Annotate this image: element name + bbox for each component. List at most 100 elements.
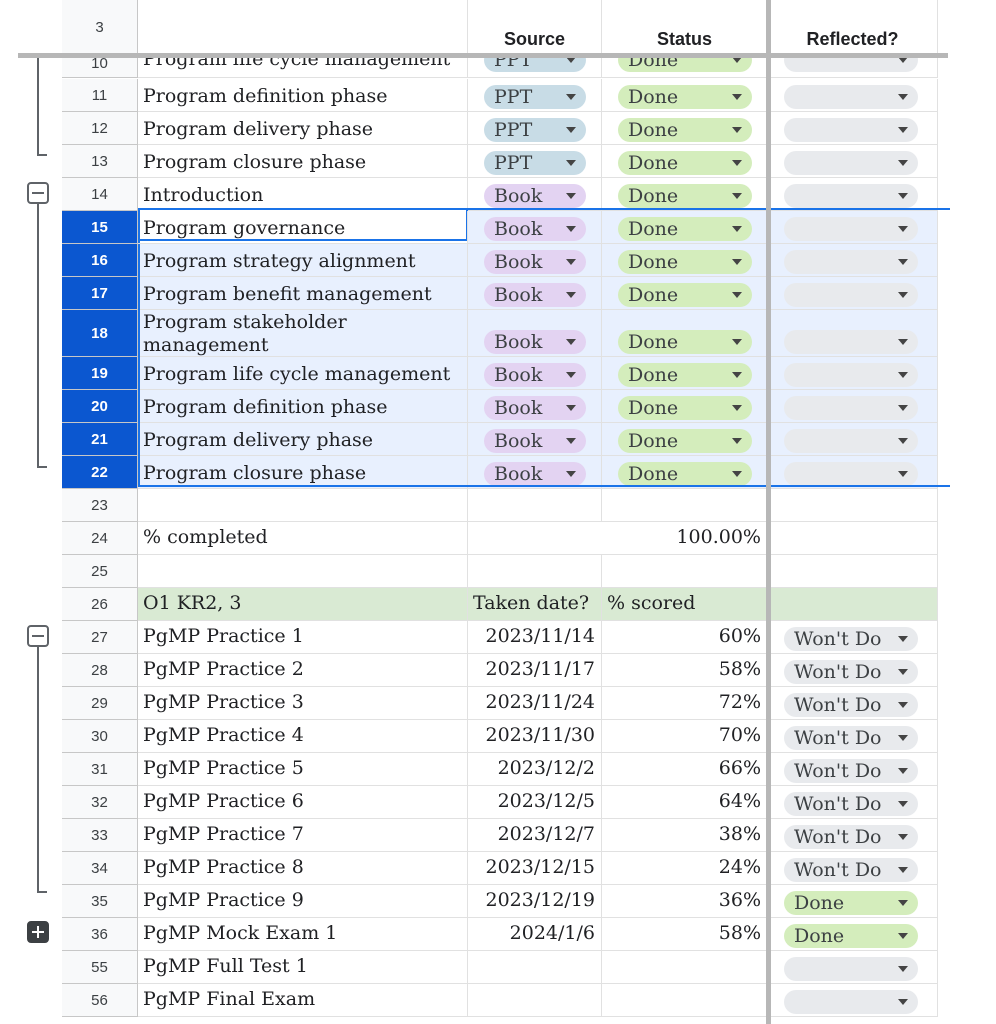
header-cell-source[interactable]: Source <box>468 0 602 55</box>
status-cell[interactable]: Done <box>602 211 768 244</box>
reflected-cell[interactable] <box>768 79 938 112</box>
status-cell[interactable]: Done <box>602 145 768 178</box>
title-cell[interactable]: PgMP Final Exam <box>138 984 468 1017</box>
title-cell[interactable]: PgMP Practice 6 <box>138 786 468 819</box>
reflected-cell[interactable] <box>768 112 938 145</box>
taken-date-header-cell[interactable]: Taken date? <box>468 588 602 621</box>
status-cell[interactable]: Done <box>602 178 768 211</box>
row-number[interactable]: 33 <box>62 819 138 852</box>
score-cell[interactable]: 38% <box>602 819 768 852</box>
row-number[interactable]: 20 <box>62 390 138 423</box>
status-dropdown[interactable]: Done <box>618 330 752 354</box>
title-cell[interactable]: PgMP Practice 7 <box>138 819 468 852</box>
row-number[interactable]: 27 <box>62 621 138 654</box>
score-cell[interactable] <box>602 984 768 1017</box>
source-cell[interactable]: Book <box>468 178 602 211</box>
source-dropdown[interactable]: Book <box>484 363 586 387</box>
reflected-dropdown[interactable]: Won't Do <box>784 693 918 717</box>
source-dropdown[interactable]: Book <box>484 217 586 241</box>
header-cell-title[interactable] <box>138 0 468 55</box>
row-number[interactable]: 16 <box>62 244 138 277</box>
reflected-cell[interactable] <box>768 310 938 357</box>
source-dropdown[interactable]: Book <box>484 283 586 307</box>
date-cell[interactable] <box>468 951 602 984</box>
reflected-cell[interactable] <box>768 390 938 423</box>
reflected-dropdown[interactable] <box>784 957 918 981</box>
date-cell[interactable]: 2023/11/17 <box>468 654 602 687</box>
title-cell[interactable]: PgMP Practice 9 <box>138 885 468 918</box>
status-cell[interactable]: Done <box>602 79 768 112</box>
header-cell-status[interactable]: Status <box>602 0 768 55</box>
reflected-dropdown[interactable]: Won't Do <box>784 792 918 816</box>
reflected-dropdown[interactable] <box>784 85 918 109</box>
reflected-cell[interactable] <box>768 555 938 588</box>
date-cell[interactable]: 2023/11/24 <box>468 687 602 720</box>
date-cell[interactable]: 2023/12/2 <box>468 753 602 786</box>
row-number[interactable]: 21 <box>62 423 138 456</box>
reflected-cell[interactable] <box>768 277 938 310</box>
score-cell[interactable]: 36% <box>602 885 768 918</box>
reflected-cell[interactable]: Won't Do <box>768 720 938 753</box>
source-cell[interactable]: Book <box>468 277 602 310</box>
score-cell[interactable]: 70% <box>602 720 768 753</box>
status-cell[interactable]: Done <box>602 244 768 277</box>
date-cell[interactable]: 2024/1/6 <box>468 918 602 951</box>
score-cell[interactable] <box>602 951 768 984</box>
row-number[interactable]: 28 <box>62 654 138 687</box>
score-cell[interactable]: 58% <box>602 654 768 687</box>
reflected-dropdown[interactable]: Won't Do <box>784 660 918 684</box>
title-cell[interactable]: PgMP Practice 4 <box>138 720 468 753</box>
row-number[interactable]: 23 <box>62 489 138 522</box>
reflected-cell[interactable]: Done <box>768 918 938 951</box>
source-dropdown[interactable]: PPT <box>484 85 586 109</box>
title-cell[interactable] <box>138 555 468 588</box>
scored-header-cell[interactable]: % scored <box>602 588 768 621</box>
source-dropdown[interactable]: Book <box>484 330 586 354</box>
source-cell[interactable]: Book <box>468 390 602 423</box>
status-dropdown[interactable]: Done <box>618 363 752 387</box>
title-cell[interactable]: Program definition phase <box>138 390 468 423</box>
date-cell[interactable]: 2023/12/5 <box>468 786 602 819</box>
section-title-cell[interactable]: O1 KR2, 3 <box>138 588 468 621</box>
title-cell[interactable]: Program strategy alignment <box>138 244 468 277</box>
source-cell[interactable]: PPT <box>468 145 602 178</box>
title-cell[interactable]: PgMP Practice 5 <box>138 753 468 786</box>
row-number[interactable]: 36 <box>62 918 138 951</box>
frozen-column-divider[interactable] <box>766 0 771 1024</box>
row-number[interactable]: 24 <box>62 522 138 555</box>
reflected-dropdown[interactable]: Won't Do <box>784 759 918 783</box>
date-cell[interactable]: 2023/12/15 <box>468 852 602 885</box>
status-dropdown[interactable]: Done <box>618 217 752 241</box>
date-cell[interactable]: 2023/12/19 <box>468 885 602 918</box>
row-number[interactable]: 18 <box>62 310 138 357</box>
date-cell[interactable]: 2023/12/7 <box>468 819 602 852</box>
status-dropdown[interactable]: Done <box>618 151 752 175</box>
reflected-cell[interactable]: Won't Do <box>768 687 938 720</box>
title-cell[interactable]: % completed <box>138 522 468 555</box>
row-number[interactable]: 35 <box>62 885 138 918</box>
reflected-cell[interactable] <box>768 178 938 211</box>
source-cell[interactable]: PPT <box>468 112 602 145</box>
title-cell[interactable]: PgMP Mock Exam 1 <box>138 918 468 951</box>
reflected-cell[interactable] <box>768 244 938 277</box>
status-dropdown[interactable]: Done <box>618 184 752 208</box>
reflected-cell[interactable]: Won't Do <box>768 819 938 852</box>
reflected-cell[interactable] <box>768 522 938 555</box>
source-dropdown[interactable]: Book <box>484 462 586 486</box>
status-dropdown[interactable]: Done <box>618 85 752 109</box>
reflected-cell[interactable] <box>768 951 938 984</box>
title-cell[interactable] <box>138 489 468 522</box>
reflected-dropdown[interactable] <box>784 184 918 208</box>
row-number[interactable]: 55 <box>62 951 138 984</box>
score-cell[interactable]: 60% <box>602 621 768 654</box>
status-cell[interactable]: Done <box>602 310 768 357</box>
title-cell[interactable]: PgMP Practice 2 <box>138 654 468 687</box>
reflected-dropdown[interactable] <box>784 363 918 387</box>
row-number[interactable]: 30 <box>62 720 138 753</box>
header-cell-reflected[interactable]: Reflected? <box>768 0 938 55</box>
reflected-cell[interactable] <box>768 357 938 390</box>
source-cell[interactable]: Book <box>468 244 602 277</box>
status-cell[interactable]: Done <box>602 423 768 456</box>
reflected-cell[interactable]: Won't Do <box>768 786 938 819</box>
collapse-group-icon[interactable] <box>27 182 49 204</box>
